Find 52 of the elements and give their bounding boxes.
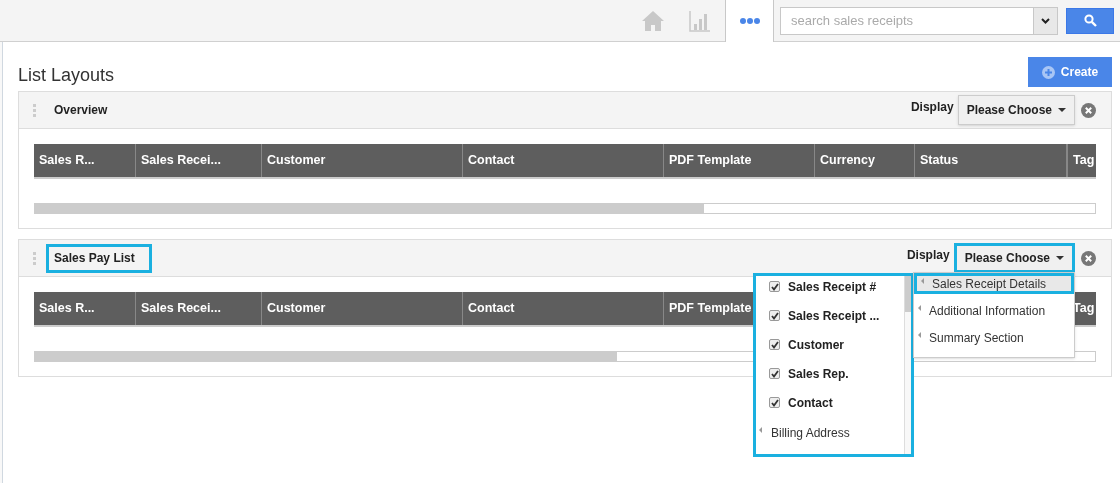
dropdown-toggle[interactable] [1033, 7, 1057, 34]
column-header: Sales R... [34, 292, 136, 325]
create-button[interactable]: Create [1028, 57, 1112, 87]
search-input[interactable]: search sales receipts [781, 7, 1033, 34]
column-header: Currency [815, 144, 915, 177]
checkbox[interactable] [769, 310, 780, 321]
column-option[interactable]: Customer [788, 335, 844, 354]
checkbox[interactable] [769, 368, 780, 379]
scrollbar[interactable] [34, 203, 1096, 214]
checkbox[interactable] [769, 397, 780, 408]
search-icon [1083, 14, 1097, 27]
caret-left-icon [759, 426, 762, 433]
caret-icon [1056, 256, 1064, 260]
column-header: Tag [1067, 144, 1096, 177]
search-field[interactable]: search sales receipts [780, 6, 1058, 35]
column-header: Contact [463, 292, 664, 325]
display-dropdown[interactable]: Please Choose [957, 95, 1075, 125]
plus-circle-icon [1041, 65, 1055, 79]
column-header: Customer [262, 144, 463, 177]
display-dropdown[interactable]: Please Choose [953, 243, 1075, 273]
checkbox[interactable] [769, 281, 780, 292]
column-header: Sales Recei... [136, 144, 262, 177]
drag-handle-icon[interactable] [33, 103, 36, 117]
close-icon[interactable] [1081, 102, 1096, 118]
display-label: Display [906, 247, 950, 264]
scrollbar[interactable] [904, 276, 911, 454]
caret-left-icon [921, 278, 924, 284]
column-option[interactable]: Sales Rep. [788, 364, 849, 383]
caret-icon [1058, 108, 1066, 112]
column-header: Customer [262, 292, 463, 325]
column-header: PDF Template [664, 144, 815, 177]
caret-left-icon [918, 305, 921, 311]
more-dots-icon [739, 17, 760, 24]
menu-item[interactable]: Summary Section [914, 324, 1074, 351]
display-label: Display [910, 99, 954, 116]
layout-title: Sales Pay List [46, 243, 152, 273]
column-header: Sales Recei... [136, 292, 262, 325]
drag-handle-icon[interactable] [33, 251, 36, 265]
column-header: Status [915, 144, 1067, 177]
checkbox[interactable] [769, 339, 780, 350]
column-option[interactable]: Contact [788, 393, 833, 412]
layout-title: Overview [53, 102, 109, 119]
search-button[interactable] [1066, 7, 1114, 34]
more-tab[interactable] [725, 0, 774, 42]
chevron-down-icon [1041, 17, 1050, 24]
column-group[interactable]: Billing Address [771, 423, 850, 442]
column-header: Sales R... [34, 144, 136, 177]
close-icon[interactable] [1081, 250, 1096, 266]
menu-item[interactable]: Sales Receipt Details [914, 273, 1074, 294]
column-header: Contact [463, 144, 664, 177]
page-title: List Layouts [18, 63, 115, 87]
caret-left-icon [918, 332, 921, 338]
